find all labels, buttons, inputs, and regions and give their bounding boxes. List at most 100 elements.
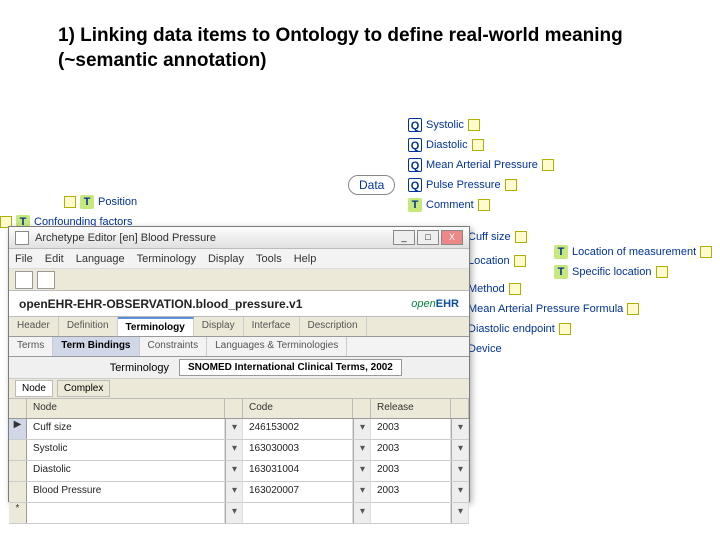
col-release: Release: [371, 399, 451, 418]
cell-node[interactable]: Blood Pressure: [27, 482, 225, 502]
node-position[interactable]: TPosition: [64, 195, 137, 209]
open-button[interactable]: [37, 271, 55, 289]
node-specific-location[interactable]: TSpecific location: [554, 265, 668, 279]
node-device[interactable]: Device: [468, 343, 502, 355]
tab-definition[interactable]: Definition: [59, 317, 118, 336]
cell-release[interactable]: 2003: [371, 419, 451, 439]
tab-interface[interactable]: Interface: [244, 317, 300, 336]
cell-node[interactable]: Cuff size: [27, 419, 225, 439]
node-label: Pulse Pressure: [426, 179, 501, 191]
col-node: Node: [27, 399, 225, 418]
node-label: Diastolic endpoint: [468, 323, 555, 335]
dropdown-icon[interactable]: ▾: [353, 461, 371, 481]
dropdown-icon[interactable]: ▾: [451, 482, 469, 502]
cell-code[interactable]: 163031004: [243, 461, 353, 481]
node-diastolic-endpoint[interactable]: Diastolic endpoint: [468, 323, 571, 335]
node-label: Location of measurement: [572, 246, 696, 258]
note-icon: [700, 246, 712, 258]
menu-terminology[interactable]: Terminology: [137, 253, 196, 265]
terminology-dropdown[interactable]: SNOMED International Clinical Terms, 200…: [179, 359, 402, 376]
dropdown-icon[interactable]: ▾: [353, 440, 371, 460]
minimize-button[interactable]: _: [393, 230, 415, 245]
dropdown-icon[interactable]: ▾: [451, 461, 469, 481]
cell-code[interactable]: 163020007: [243, 482, 353, 502]
row-selector[interactable]: [9, 461, 27, 481]
table-row[interactable]: Systolic ▾ 163030003 ▾ 2003 ▾: [9, 440, 469, 461]
row-selector[interactable]: *: [9, 503, 27, 523]
new-button[interactable]: [15, 271, 33, 289]
tab-description[interactable]: Description: [300, 317, 367, 336]
archetype-editor-window: Archetype Editor [en] Blood Pressure _ □…: [8, 226, 470, 502]
data-center-node[interactable]: Data: [348, 175, 395, 195]
table-row[interactable]: Blood Pressure ▾ 163020007 ▾ 2003 ▾: [9, 482, 469, 503]
dropdown-icon[interactable]: ▾: [451, 440, 469, 460]
node-label: Location: [468, 255, 510, 267]
dropdown-icon[interactable]: ▾: [353, 482, 371, 502]
table-row[interactable]: ▶ Cuff size ▾ 246153002 ▾ 2003 ▾: [9, 419, 469, 440]
node-map-formula[interactable]: Mean Arterial Pressure Formula: [468, 303, 639, 315]
node-map[interactable]: QMean Arterial Pressure: [408, 158, 554, 172]
node-method[interactable]: Method: [468, 283, 521, 295]
subtab-term-bindings[interactable]: Term Bindings: [53, 337, 139, 356]
note-icon: [559, 323, 571, 335]
maximize-button[interactable]: □: [417, 230, 439, 245]
row-selector[interactable]: [9, 440, 27, 460]
subtab-languages[interactable]: Languages & Terminologies: [207, 337, 347, 356]
note-icon: [627, 303, 639, 315]
cell-release[interactable]: 2003: [371, 482, 451, 502]
node-cuffsize[interactable]: Cuff size: [468, 231, 527, 243]
node-loc-measurement[interactable]: T Location of measurement: [554, 245, 712, 259]
tab-header[interactable]: Header: [9, 317, 59, 336]
subtab-constraints[interactable]: Constraints: [140, 337, 208, 356]
cell-release[interactable]: 2003: [371, 440, 451, 460]
text-icon: T: [554, 245, 568, 259]
menu-tools[interactable]: Tools: [256, 253, 282, 265]
cell-code[interactable]: [243, 503, 353, 523]
node-comment[interactable]: T Comment: [408, 198, 490, 212]
dropdown-icon[interactable]: ▾: [225, 503, 243, 523]
close-button[interactable]: X: [441, 230, 463, 245]
row-selector[interactable]: ▶: [9, 419, 27, 439]
table-row[interactable]: Diastolic ▾ 163031004 ▾ 2003 ▾: [9, 461, 469, 482]
menu-language[interactable]: Language: [76, 253, 125, 265]
row-selector[interactable]: [9, 482, 27, 502]
node-location[interactable]: Location: [468, 255, 526, 267]
dropdown-icon[interactable]: ▾: [225, 461, 243, 481]
node-systolic[interactable]: QSystolic: [408, 118, 480, 132]
dropdown-icon[interactable]: ▾: [353, 503, 371, 523]
tab-display[interactable]: Display: [194, 317, 244, 336]
nodetab-complex[interactable]: Complex: [57, 380, 110, 397]
dropdown-icon[interactable]: ▾: [451, 419, 469, 439]
menubar: File Edit Language Terminology Display T…: [9, 249, 469, 269]
menu-display[interactable]: Display: [208, 253, 244, 265]
table-row[interactable]: * ▾ ▾ ▾: [9, 503, 469, 524]
cell-release[interactable]: 2003: [371, 461, 451, 481]
dropdown-icon[interactable]: ▾: [225, 482, 243, 502]
dropdown-icon[interactable]: ▾: [225, 419, 243, 439]
menu-file[interactable]: File: [15, 253, 33, 265]
node-pulse-pressure[interactable]: QPulse Pressure: [408, 178, 517, 192]
subtab-terms[interactable]: Terms: [9, 337, 53, 356]
col-code: Code: [243, 399, 353, 418]
cell-code[interactable]: 246153002: [243, 419, 353, 439]
menu-help[interactable]: Help: [294, 253, 317, 265]
dropdown-icon[interactable]: ▾: [225, 440, 243, 460]
tab-terminology[interactable]: Terminology: [118, 317, 194, 336]
text-icon: T: [408, 198, 422, 212]
menu-edit[interactable]: Edit: [45, 253, 64, 265]
cell-release[interactable]: [371, 503, 451, 523]
nodetab-node[interactable]: Node: [15, 380, 53, 397]
cell-code[interactable]: 163030003: [243, 440, 353, 460]
openehr-logo: openEHR: [411, 298, 459, 310]
node-diastolic[interactable]: QDiastolic: [408, 138, 484, 152]
text-icon: T: [554, 265, 568, 279]
dropdown-icon[interactable]: ▾: [353, 419, 371, 439]
cell-node[interactable]: Diastolic: [27, 461, 225, 481]
node-tabs: Node Complex: [9, 379, 469, 399]
cell-node[interactable]: Systolic: [27, 440, 225, 460]
dropdown-icon[interactable]: ▾: [451, 503, 469, 523]
node-label: Comment: [426, 199, 474, 211]
cell-node[interactable]: [27, 503, 225, 523]
quantity-icon: Q: [408, 138, 422, 152]
note-icon: [514, 255, 526, 267]
